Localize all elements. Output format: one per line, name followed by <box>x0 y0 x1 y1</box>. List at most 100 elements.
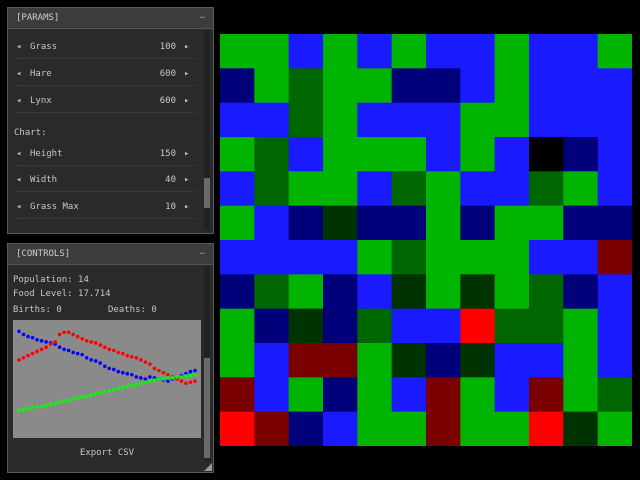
grid-cell <box>288 411 324 446</box>
collapse-icon[interactable]: − <box>200 13 205 23</box>
chart-section-label: Chart: <box>14 128 47 138</box>
grid-cell <box>597 308 632 344</box>
decrease-arrow-icon[interactable]: ◂ <box>16 69 28 79</box>
resize-handle-icon[interactable] <box>204 463 212 471</box>
chart-point <box>134 382 139 387</box>
chart-point <box>188 374 193 378</box>
grid-cell <box>460 274 496 310</box>
grid-cell <box>220 308 255 344</box>
decrease-arrow-icon[interactable]: ◂ <box>16 175 28 185</box>
increase-arrow-icon[interactable]: ▸ <box>184 96 196 106</box>
chart-point <box>125 371 130 376</box>
grid-cell <box>460 137 496 172</box>
chart-point <box>48 342 53 346</box>
grid-cell <box>494 171 530 207</box>
chart-point <box>57 400 62 405</box>
export-csv-button[interactable]: Export CSV <box>13 443 201 463</box>
grid-cell <box>494 308 530 344</box>
grid-cell <box>460 343 496 378</box>
grid-cell <box>597 171 632 207</box>
grid-cell <box>529 377 564 413</box>
params-scrollbar[interactable] <box>204 30 210 230</box>
params-scroll-thumb[interactable] <box>204 178 210 208</box>
grid-cell <box>357 343 393 378</box>
grid-cell <box>357 411 393 446</box>
grid-cell <box>288 137 324 172</box>
grid-cell <box>220 137 255 172</box>
grid-cell <box>288 343 324 378</box>
population-text: Population: 14 <box>13 275 89 285</box>
grid-cell <box>357 274 393 310</box>
chart-point <box>62 347 66 352</box>
grid-cell <box>597 102 632 138</box>
chart-point <box>184 381 188 386</box>
grid-cell <box>460 68 496 104</box>
grid-cell <box>357 137 393 172</box>
collapse-icon[interactable]: − <box>200 249 205 259</box>
chart-point <box>193 368 197 373</box>
decrease-arrow-icon[interactable]: ◂ <box>16 96 28 106</box>
grid-cell <box>357 205 393 241</box>
grid-cell <box>391 274 427 310</box>
grid-cell <box>323 377 358 413</box>
grid-cell <box>563 34 599 69</box>
chart-point <box>35 349 39 354</box>
chart-point <box>143 360 148 364</box>
chart-point <box>39 404 44 409</box>
chart-point <box>53 340 57 344</box>
increase-arrow-icon[interactable]: ▸ <box>184 175 196 185</box>
params-title-bar[interactable]: [PARAMS] − <box>8 8 213 29</box>
grid-cell <box>460 102 496 138</box>
increase-arrow-icon[interactable]: ▸ <box>184 149 196 159</box>
grid-cell <box>357 377 393 413</box>
chart-point <box>26 406 30 411</box>
simulation-grid[interactable] <box>220 34 632 446</box>
param-row-lynx: ◂ Lynx 600 ▸ <box>16 90 196 113</box>
grid-cell <box>254 171 290 207</box>
grid-cell <box>357 171 393 207</box>
grid-cell <box>288 274 324 310</box>
chart-point <box>107 347 112 352</box>
chart-point <box>102 345 107 349</box>
increase-arrow-icon[interactable]: ▸ <box>184 69 196 79</box>
grid-cell <box>254 137 290 172</box>
grid-cell <box>563 274 599 310</box>
params-title: [PARAMS] <box>16 13 60 23</box>
chart-point <box>111 367 116 372</box>
chart-point <box>161 370 166 375</box>
grid-cell <box>288 171 324 207</box>
controls-panel: [CONTROLS] − Population: 14 Food Level: … <box>7 243 214 473</box>
chart-point <box>102 364 107 369</box>
grid-cell <box>563 137 599 172</box>
chart-point <box>80 395 84 399</box>
decrease-arrow-icon[interactable]: ◂ <box>16 42 28 52</box>
grid-cell <box>254 411 290 446</box>
controls-scroll-thumb[interactable] <box>204 358 210 458</box>
controls-title-bar[interactable]: [CONTROLS] − <box>8 244 213 265</box>
decrease-arrow-icon[interactable]: ◂ <box>16 202 28 212</box>
grid-cell <box>288 205 324 241</box>
controls-scrollbar[interactable] <box>204 266 210 462</box>
grid-cell <box>494 343 530 378</box>
grid-cell <box>494 34 530 69</box>
grid-cell <box>220 205 255 241</box>
grid-cell <box>529 274 564 310</box>
deaths-text: Deaths: 0 <box>108 305 157 315</box>
grid-cell <box>357 240 393 275</box>
chart-point <box>75 396 80 400</box>
controls-title: [CONTROLS] <box>16 249 71 259</box>
grid-cell <box>323 171 358 207</box>
chart-point <box>89 340 94 344</box>
increase-arrow-icon[interactable]: ▸ <box>184 202 196 212</box>
grid-cell <box>254 343 290 378</box>
decrease-arrow-icon[interactable]: ◂ <box>16 149 28 159</box>
grid-cell <box>563 377 599 413</box>
chart-point <box>75 351 80 356</box>
grid-cell <box>529 171 564 207</box>
increase-arrow-icon[interactable]: ▸ <box>184 42 196 52</box>
grid-cell <box>460 171 496 207</box>
grid-cell <box>597 34 632 69</box>
grid-cell <box>323 68 358 104</box>
grid-cell <box>426 274 461 310</box>
grid-cell <box>254 205 290 241</box>
